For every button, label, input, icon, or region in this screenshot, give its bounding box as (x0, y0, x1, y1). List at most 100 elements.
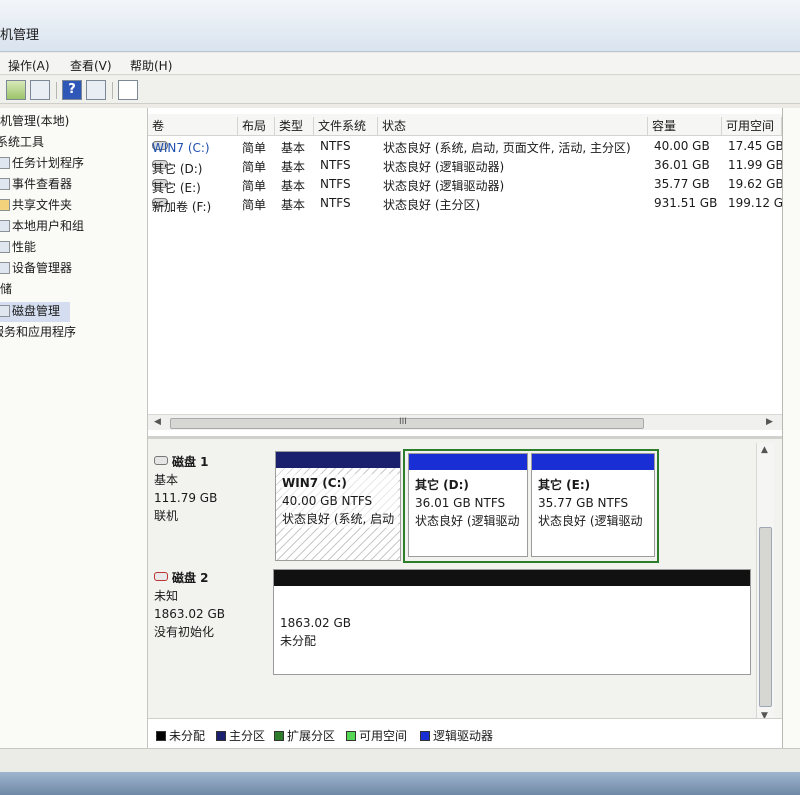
partition-status: 状态良好 (逻辑驱动 (538, 514, 643, 528)
tree-item-shared-folders[interactable]: 共享文件夹 (0, 196, 72, 216)
volume-fs: NTFS (320, 158, 351, 172)
menu-view[interactable]: 查看(V) (70, 57, 112, 74)
disk-1-info[interactable]: 磁盘 1 基本 111.79 GB 联机 (154, 453, 272, 525)
disk-type: 基本 (154, 473, 179, 487)
disk-state: 联机 (154, 509, 179, 523)
partition-c[interactable]: WIN7 (C:) 40.00 GB NTFS 状态良好 (系统, 启动 (275, 451, 401, 561)
column-header-capacity[interactable]: 容量 (648, 117, 722, 135)
folder-icon (0, 199, 10, 211)
legend-swatch-free-space (346, 731, 356, 741)
volume-layout: 简单 (242, 198, 267, 212)
scroll-left-icon[interactable]: ◀ (154, 417, 161, 427)
disk-management-pane: 卷 布局 类型 文件系统 状态 容量 可用空间 WIN7 (C:) 简单 基本 … (148, 108, 784, 748)
column-header-type[interactable]: 类型 (275, 117, 314, 135)
partition-size: 1863.02 GB (280, 616, 351, 630)
legend-label: 主分区 (229, 729, 266, 743)
tree-label: 机管理(本地) (0, 114, 70, 128)
volume-free: 199.12 G (728, 196, 784, 210)
tree-item-performance[interactable]: 性能 (0, 238, 36, 258)
properties-icon[interactable] (86, 80, 106, 100)
scrollbar-thumb[interactable] (759, 527, 772, 707)
tree-label: 磁盘管理 (12, 304, 61, 318)
tree-item-local-users-groups[interactable]: 本地用户和组 (0, 217, 84, 237)
volume-type: 基本 (281, 179, 306, 193)
disk-name: 磁盘 2 (172, 571, 209, 585)
volume-name: WIN7 (C:) (152, 141, 210, 155)
scrollbar-thumb[interactable]: III (170, 417, 644, 429)
volume-capacity: 40.00 GB (654, 139, 710, 153)
disk-size: 111.79 GB (154, 491, 218, 505)
disk-name: 磁盘 1 (172, 455, 209, 469)
partition-status: 状态良好 (系统, 启动 (282, 512, 395, 526)
tree-item-device-manager[interactable]: 设备管理器 (0, 259, 72, 279)
volume-list: 卷 布局 类型 文件系统 状态 容量 可用空间 WIN7 (C:) 简单 基本 … (148, 108, 784, 436)
menu-help[interactable]: 帮助(H) (130, 57, 172, 74)
toolbar-separator (112, 82, 113, 99)
volume-capacity: 36.01 GB (654, 158, 710, 172)
partition-e[interactable]: 其它 (E:) 35.77 GB NTFS 状态良好 (逻辑驱动 (531, 453, 655, 557)
volume-layout: 简单 (242, 160, 267, 174)
taskbar (0, 772, 800, 795)
users-icon (0, 220, 10, 232)
column-header-filesystem[interactable]: 文件系统 (314, 117, 378, 135)
volume-type: 基本 (281, 198, 306, 212)
partition-status: 状态良好 (逻辑驱动 (415, 514, 520, 528)
disk-2-info[interactable]: 磁盘 2 未知 1863.02 GB 没有初始化 (154, 569, 272, 641)
scroll-up-icon[interactable]: ▲ (761, 445, 768, 455)
primary-partition-bar (276, 452, 400, 468)
status-bar (0, 748, 800, 772)
disk-error-icon (154, 572, 168, 581)
volume-type: 基本 (281, 160, 306, 174)
help-icon[interactable]: ? (62, 80, 82, 100)
disk-view-vertical-scrollbar[interactable]: ▲ ▼ (756, 443, 774, 725)
device-manager-icon (0, 262, 10, 274)
up-arrow-icon[interactable] (6, 80, 26, 100)
volume-capacity: 35.77 GB (654, 177, 710, 191)
tree-item-task-scheduler[interactable]: 任务计划程序 (0, 154, 84, 174)
volume-layout: 简单 (242, 179, 267, 193)
unallocated-space[interactable]: 1863.02 GB 未分配 (273, 569, 751, 675)
show-hide-tree-icon[interactable] (30, 80, 50, 100)
column-header-free-space[interactable]: 可用空间 (722, 117, 782, 135)
tree-item-computer-management[interactable]: 机管理(本地) (0, 112, 69, 132)
partition-label: 其它 (E:) (538, 478, 591, 492)
volume-layout: 简单 (242, 141, 267, 155)
tree-item-storage[interactable]: 存储 (0, 280, 12, 300)
export-icon[interactable] (118, 80, 138, 100)
tree-item-services-apps[interactable]: 服务和应用程序 (0, 323, 76, 343)
tree-item-disk-management[interactable]: 磁盘管理 (0, 302, 70, 322)
column-header-volume[interactable]: 卷 (148, 117, 238, 135)
table-row[interactable]: 其它 (E:) 简单 基本 NTFS 状态良好 (逻辑驱动器) 35.77 GB… (148, 175, 784, 195)
tree-label: 共享文件夹 (12, 198, 73, 212)
volume-free: 19.62 GB (728, 177, 784, 191)
table-row[interactable]: WIN7 (C:) 简单 基本 NTFS 状态良好 (系统, 启动, 页面文件,… (148, 137, 784, 156)
toolbar: ? (0, 76, 800, 104)
column-header-layout[interactable]: 布局 (238, 117, 275, 135)
volume-fs: NTFS (320, 196, 351, 210)
volume-list-horizontal-scrollbar[interactable]: ◀ III ▶ (148, 414, 782, 430)
computer-management-window: 机管理 ‌ 操作(A) 查看(V) 帮助(H) ? 机管理(本地) 系统工具 任… (0, 0, 800, 795)
table-row[interactable]: 其它 (D:) 简单 基本 NTFS 状态良好 (逻辑驱动器) 36.01 GB… (148, 156, 784, 176)
disk-type: 未知 (154, 589, 179, 603)
clock-icon (0, 157, 10, 169)
title-bar: 机管理 (0, 0, 800, 52)
legend-swatch-unallocated (156, 731, 166, 741)
table-row[interactable]: 新加卷 (F:) 简单 基本 NTFS 状态良好 (主分区) 931.51 GB… (148, 194, 784, 214)
disk-graphical-view: 磁盘 1 基本 111.79 GB 联机 WIN7 (C:) 40.00 GB … (148, 439, 782, 748)
volume-capacity: 931.51 GB (654, 196, 718, 210)
volume-name: 新加卷 (F:) (152, 200, 212, 214)
column-header-status[interactable]: 状态 (378, 117, 648, 135)
scroll-right-icon[interactable]: ▶ (766, 417, 773, 427)
volume-free: 17.45 GB (728, 139, 784, 153)
tree-label: 本地用户和组 (12, 219, 85, 233)
partition-d[interactable]: 其它 (D:) 36.01 GB NTFS 状态良好 (逻辑驱动 (408, 453, 528, 557)
tree-label: 存储 (0, 282, 13, 296)
menu-action[interactable]: 操作(A) (8, 57, 50, 74)
tree-label: 任务计划程序 (12, 156, 85, 170)
disk-icon (0, 305, 10, 317)
volume-fs: NTFS (320, 139, 351, 153)
tree-item-event-viewer[interactable]: 事件查看器 (0, 175, 72, 195)
tree-item-system-tools[interactable]: 系统工具 (0, 133, 44, 153)
partition-size: 36.01 GB NTFS (415, 496, 506, 510)
volume-status: 状态良好 (逻辑驱动器) (383, 160, 505, 174)
